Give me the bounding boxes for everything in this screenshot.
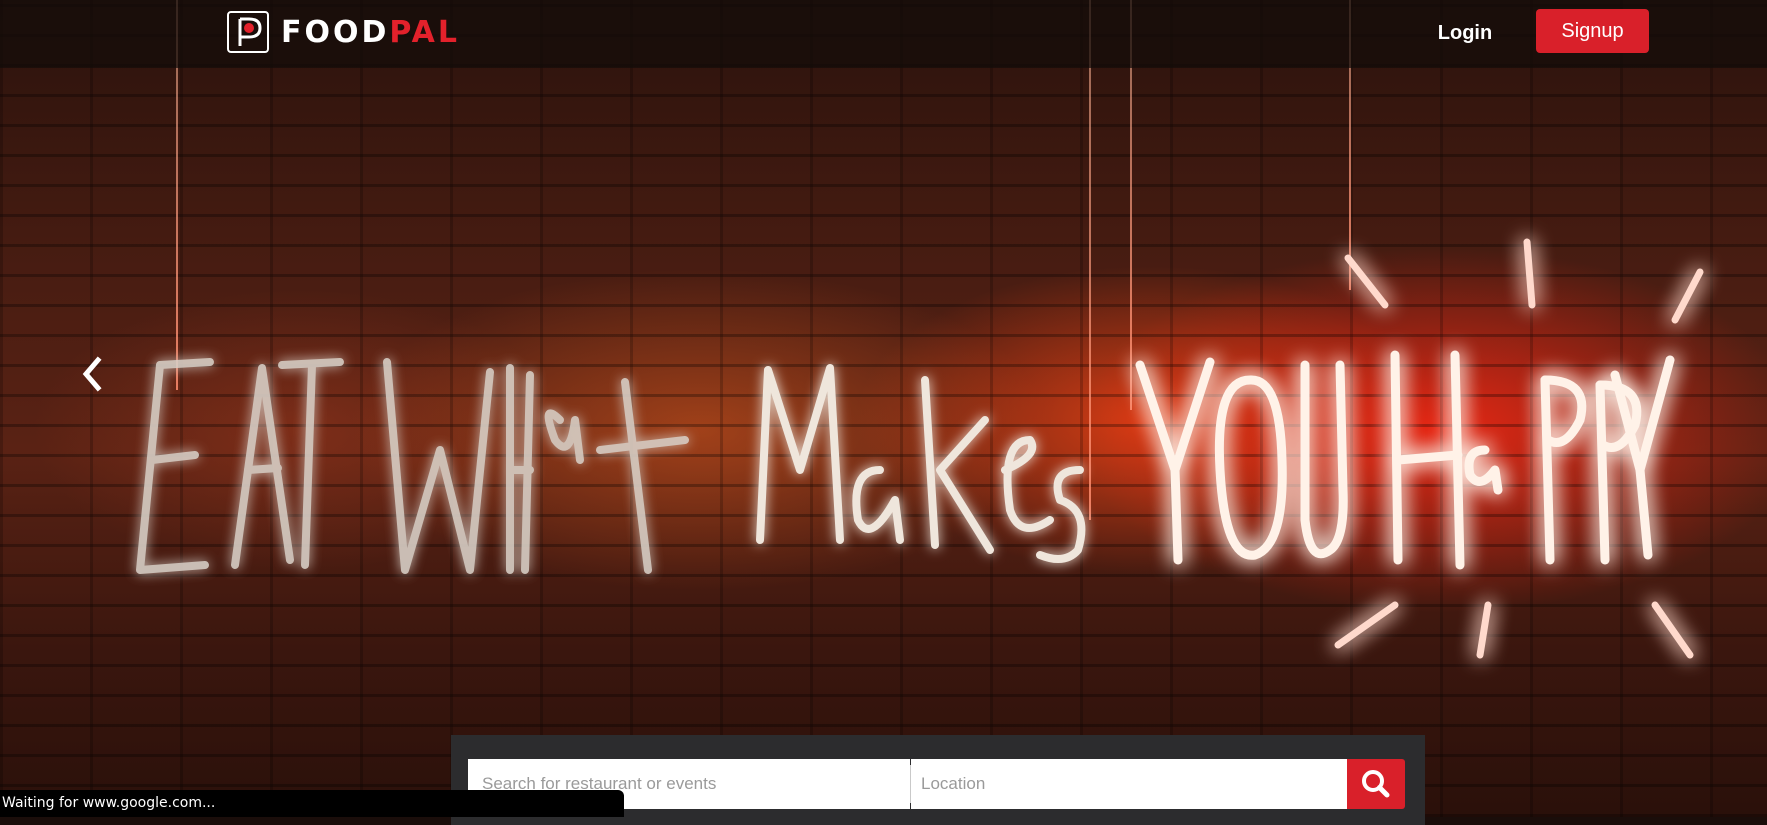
neon-letters: [136, 238, 1704, 659]
search-icon: [1362, 770, 1390, 798]
search-button[interactable]: [1347, 759, 1405, 809]
carousel-prev-button[interactable]: [74, 352, 112, 396]
logo-mark-icon: [227, 11, 269, 53]
brand-name: FOODPAL: [281, 14, 460, 50]
top-navbar: FOODPAL Login Signup: [0, 0, 1767, 68]
browser-status-bar: Waiting for www.google.com...: [0, 790, 624, 817]
neon-sign-image: [136, 238, 1704, 659]
hero-banner: [0, 0, 1767, 817]
chevron-left-icon: [82, 356, 102, 392]
location-input[interactable]: [911, 759, 1347, 809]
login-link[interactable]: Login: [1420, 18, 1510, 48]
signup-button[interactable]: Signup: [1536, 9, 1649, 53]
foodpal-logo[interactable]: FOODPAL: [227, 9, 460, 55]
